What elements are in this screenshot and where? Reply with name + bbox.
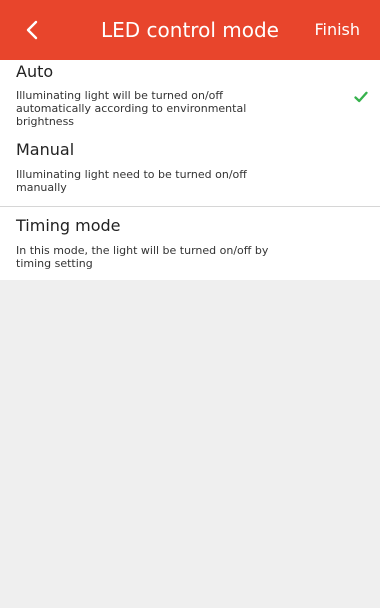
finish-button[interactable]: Finish [314,19,360,41]
timing-mode-title: Timing mode [16,216,121,235]
chevron-left-icon [25,20,39,40]
manual-mode-option[interactable]: Manual Illuminating light need to be tur… [0,135,380,206]
manual-mode-title: Manual [16,140,75,159]
page-title: LED control mode [101,18,279,42]
led-mode-options: Auto Illuminating light will be turned o… [0,60,380,280]
auto-mode-title: Auto [16,62,54,81]
checkmark-icon [354,91,368,103]
auto-mode-option[interactable]: Auto Illuminating light will be turned o… [0,60,380,135]
back-button[interactable] [14,12,50,48]
manual-mode-description: Illuminating light need to be turned on/… [16,168,247,194]
empty-area [0,280,380,608]
top-app-bar: LED control mode Finish [0,0,380,60]
timing-mode-description: In this mode, the light will be turned o… [16,244,269,270]
timing-mode-option[interactable]: Timing mode In this mode, the light will… [0,207,380,280]
auto-mode-description: Illuminating light will be turned on/off… [16,89,247,128]
